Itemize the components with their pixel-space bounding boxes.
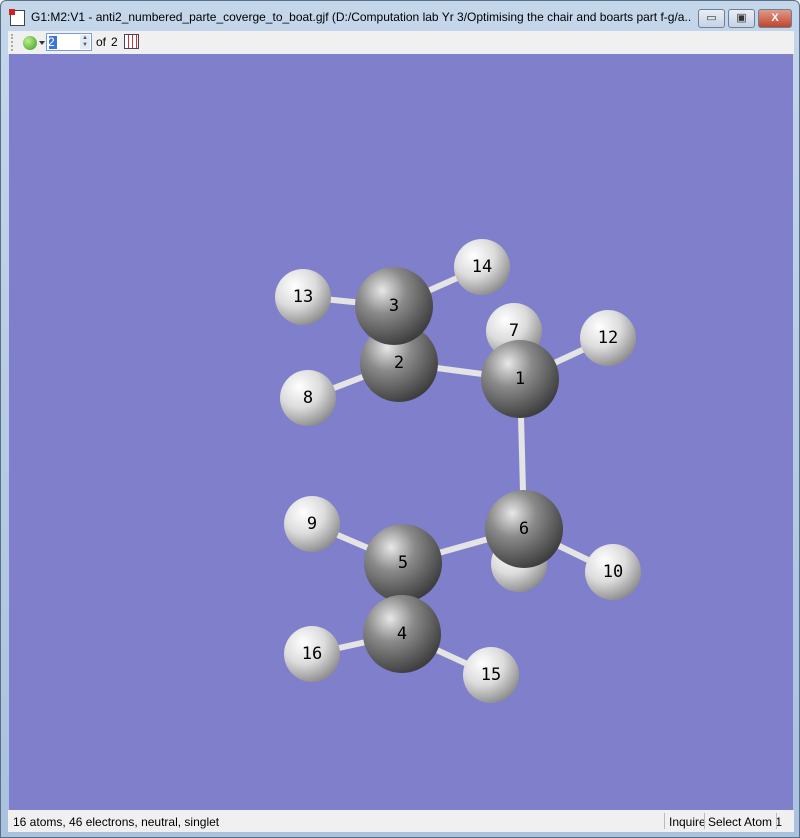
action-label: Select Atom 1 — [708, 815, 783, 829]
atom-label: 6 — [519, 519, 529, 539]
status-bar: 16 atoms, 46 electrons, neutral, singlet… — [8, 810, 794, 832]
toolbar: ▲ ▼ of 2 — [8, 31, 794, 54]
close-button[interactable]: X — [758, 9, 792, 28]
frame-total: 2 — [111, 35, 118, 49]
hydrogen-atom-14[interactable]: 14 — [454, 239, 510, 295]
gaussview-window: G1:M2:V1 - anti2_numbered_parte_coverge_… — [0, 0, 800, 838]
mode-label: Inquire — [669, 815, 706, 829]
of-label: of — [96, 35, 107, 49]
carbon-atom-5[interactable]: 5 — [364, 524, 442, 602]
atom-label: 16 — [302, 644, 322, 664]
spin-up-icon[interactable]: ▲ — [80, 35, 90, 42]
atom-label: 14 — [472, 257, 492, 277]
hydrogen-atom-13[interactable]: 13 — [275, 269, 331, 325]
atom-label: 8 — [303, 388, 313, 408]
atom-label: 9 — [307, 514, 317, 534]
atom-label: 1 — [515, 369, 525, 389]
hydrogen-atom-9[interactable]: 9 — [284, 496, 340, 552]
atom-label: 15 — [481, 665, 501, 685]
carbon-atom-3[interactable]: 3 — [355, 267, 433, 345]
calculator-icon[interactable] — [124, 34, 139, 49]
dropdown-arrow-icon[interactable] — [39, 41, 45, 45]
maximize-button[interactable]: ▣ — [728, 9, 755, 28]
atom-label: 10 — [603, 562, 623, 582]
spin-down-icon[interactable]: ▼ — [80, 42, 90, 49]
carbon-atom-1[interactable]: 1 — [481, 340, 559, 418]
hydrogen-atom-15[interactable]: 15 — [463, 647, 519, 703]
atom-label: 12 — [598, 328, 618, 348]
toolbar-grip[interactable] — [11, 34, 14, 51]
atom-label: 5 — [398, 553, 408, 573]
green-ball-icon[interactable] — [23, 36, 37, 50]
app-icon — [9, 9, 25, 26]
atom-label: 2 — [394, 353, 404, 373]
hydrogen-atom-16[interactable]: 16 — [284, 626, 340, 682]
atom-label: 3 — [389, 296, 399, 316]
carbon-atom-4[interactable]: 4 — [363, 595, 441, 673]
hydrogen-atom-10[interactable]: 10 — [585, 544, 641, 600]
frame-spinbox[interactable]: ▲ ▼ — [46, 33, 92, 51]
carbon-atom-6[interactable]: 6 — [485, 490, 563, 568]
molecule-canvas[interactable]: 7 2 3 13 14 1 12 8 6 9 10 5 4 16 15 — [9, 54, 793, 810]
status-text: 16 atoms, 46 electrons, neutral, singlet — [13, 815, 220, 829]
atom-label: 13 — [293, 287, 313, 307]
frame-input[interactable] — [48, 35, 80, 49]
molecule-viewport[interactable]: 7 2 3 13 14 1 12 8 6 9 10 5 4 16 15 — [9, 54, 793, 810]
window-title: G1:M2:V1 - anti2_numbered_parte_coverge_… — [31, 10, 691, 24]
atom-label: 4 — [397, 624, 407, 644]
hydrogen-atom-8[interactable]: 8 — [280, 370, 336, 426]
minimize-button[interactable]: ▭ — [698, 9, 725, 28]
atom-label: 7 — [509, 321, 519, 341]
title-bar[interactable]: G1:M2:V1 - anti2_numbered_parte_coverge_… — [1, 1, 799, 31]
hydrogen-atom-12[interactable]: 12 — [580, 310, 636, 366]
